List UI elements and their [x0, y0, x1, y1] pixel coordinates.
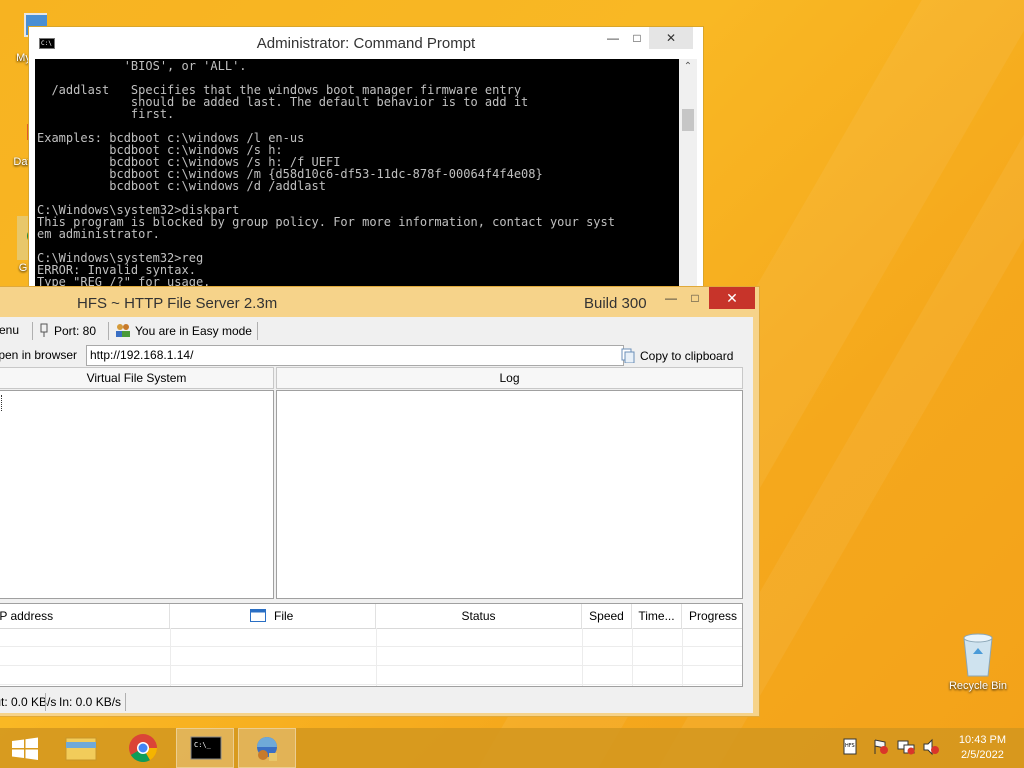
toolbar-separator	[32, 322, 33, 340]
tray-hfs-icon[interactable]: HFS	[842, 738, 860, 759]
column-progress[interactable]: Progress	[682, 604, 744, 628]
connections-grid[interactable]: IP address File Status Speed Time... Pro…	[0, 603, 743, 687]
toolbar-separator	[108, 322, 109, 340]
cmd-titlebar[interactable]: C:\ Administrator: Command Prompt — □ ✕	[29, 27, 703, 59]
console-line: em administrator.	[37, 227, 160, 241]
grid-header-divider	[0, 628, 742, 629]
status-separator	[125, 693, 126, 711]
column-label: Progress	[688, 609, 738, 623]
column-label: Speed	[589, 609, 624, 623]
desktop-icon-label: G	[18, 262, 28, 274]
cmd-console-output[interactable]: 'BIOS', or 'ALL'. /addlast Specifies tha…	[35, 59, 679, 295]
hfs-titlebar[interactable]: HFS ~ HTTP File Server 2.3m Build 300 — …	[0, 287, 759, 317]
grid-row-line	[0, 646, 742, 647]
folder-icon	[65, 737, 97, 761]
copy-to-clipboard-label: Copy to clipboard	[640, 349, 734, 363]
status-separator	[45, 693, 46, 711]
grid-col-line	[682, 628, 683, 686]
mode-label: You are in Easy mode	[135, 324, 252, 338]
window-icon	[250, 609, 266, 622]
grid-col-line	[582, 628, 583, 686]
cmd-scrollbar[interactable]: ⌃	[679, 59, 697, 295]
tray-action-center[interactable]	[872, 738, 890, 759]
column-label: IP address	[0, 609, 54, 623]
scrollbar-thumb[interactable]	[682, 109, 694, 131]
hfs-toolbar: Menu Port: 80 You are in Easy mode	[0, 319, 753, 343]
hfs-url-bar: Open in browser http://192.168.1.14/ Cop…	[0, 344, 753, 368]
svg-text:C:\_: C:\_	[194, 741, 212, 749]
port-label: Port: 80	[54, 324, 97, 338]
console-line: bcdboot c:\windows /d /addlast	[37, 179, 326, 193]
vfs-header: Virtual File System	[0, 367, 274, 389]
recycle-bin-icon	[963, 633, 993, 677]
port-button[interactable]: Port: 80	[39, 323, 96, 338]
grid-col-line	[376, 628, 377, 686]
close-button[interactable]: ✕	[649, 27, 693, 49]
command-prompt-window[interactable]: C:\ Administrator: Command Prompt — □ ✕ …	[28, 26, 704, 296]
users-icon	[116, 324, 130, 337]
cmd-icon: C:\_	[190, 736, 222, 760]
grid-col-line	[170, 628, 171, 686]
log-panel[interactable]	[276, 390, 743, 599]
console-line: first.	[37, 107, 175, 121]
scroll-up-arrow-icon[interactable]: ⌃	[679, 61, 697, 72]
status-out-speed: Out: 0.0 KB/s	[0, 695, 57, 709]
clock-time: 10:43 PM	[958, 734, 1006, 746]
windows-logo-icon	[12, 737, 38, 760]
open-in-browser-button[interactable]: Open in browser	[0, 348, 77, 362]
flag-icon	[874, 739, 888, 754]
plug-icon	[40, 323, 48, 337]
status-in-speed: In: 0.0 KB/s	[59, 695, 122, 709]
mode-button[interactable]: You are in Easy mode	[115, 323, 252, 338]
network-icon	[897, 740, 915, 755]
close-button[interactable]: ✕	[709, 287, 755, 309]
hfs-client-area: Menu Port: 80 You are in Easy mode Open …	[0, 317, 753, 713]
console-line: 'BIOS', or 'ALL'.	[37, 59, 247, 73]
clock-date: 2/5/2022	[961, 749, 1004, 761]
start-button[interactable]	[0, 728, 58, 768]
taskbar-chrome[interactable]	[114, 728, 172, 768]
column-label: Time...	[638, 609, 675, 623]
taskbar: C:\_ HFS 10:43 PM 2/5/2022	[0, 728, 1024, 768]
svg-text:HFS: HFS	[845, 743, 855, 749]
maximize-button[interactable]: □	[681, 287, 709, 309]
grid-row-line	[0, 665, 742, 666]
grid-col-line	[632, 628, 633, 686]
url-field[interactable]: http://192.168.1.14/	[86, 345, 624, 366]
column-label: Status	[461, 609, 496, 623]
copy-to-clipboard-button[interactable]: Copy to clipboard	[620, 347, 734, 364]
hfs-window[interactable]: HFS ~ HTTP File Server 2.3m Build 300 — …	[0, 286, 760, 717]
taskbar-clock[interactable]: 10:43 PM 2/5/2022	[959, 733, 1006, 763]
hfs-build-label: Build 300	[584, 295, 647, 312]
grid-row-line	[0, 684, 742, 685]
tray-volume[interactable]	[922, 738, 940, 759]
hfs-window-title: HFS ~ HTTP File Server 2.3m	[77, 295, 278, 312]
taskbar-file-explorer[interactable]	[52, 728, 110, 768]
taskbar-command-prompt[interactable]: C:\_	[176, 728, 234, 768]
log-header: Log	[276, 367, 743, 389]
column-ip-address[interactable]: IP address	[0, 604, 170, 628]
column-label: File	[274, 609, 294, 623]
tray-network[interactable]	[896, 738, 916, 759]
column-time[interactable]: Time...	[632, 604, 682, 628]
hfs-status-bar: Out: 0.0 KB/s In: 0.0 KB/s	[0, 691, 743, 711]
column-speed[interactable]: Speed	[582, 604, 632, 628]
hfs-icon	[257, 737, 277, 761]
clipboard-icon	[621, 348, 635, 364]
taskbar-hfs[interactable]	[238, 728, 296, 768]
maximize-button[interactable]: □	[623, 27, 651, 49]
chrome-icon	[129, 734, 157, 762]
desktop-icon-recycle-bin[interactable]: Recycle Bin	[940, 630, 1016, 692]
vfs-tree[interactable]	[0, 390, 274, 599]
column-file[interactable]: File	[170, 604, 376, 628]
desktop-icon-label: Recycle Bin	[948, 680, 1008, 692]
toolbar-separator	[257, 322, 258, 340]
volume-muted-icon	[923, 738, 939, 756]
menu-button[interactable]: Menu	[0, 323, 19, 337]
hfs-tray-icon: HFS	[843, 738, 857, 755]
column-status[interactable]: Status	[376, 604, 582, 628]
vfs-root-node[interactable]	[0, 395, 2, 411]
